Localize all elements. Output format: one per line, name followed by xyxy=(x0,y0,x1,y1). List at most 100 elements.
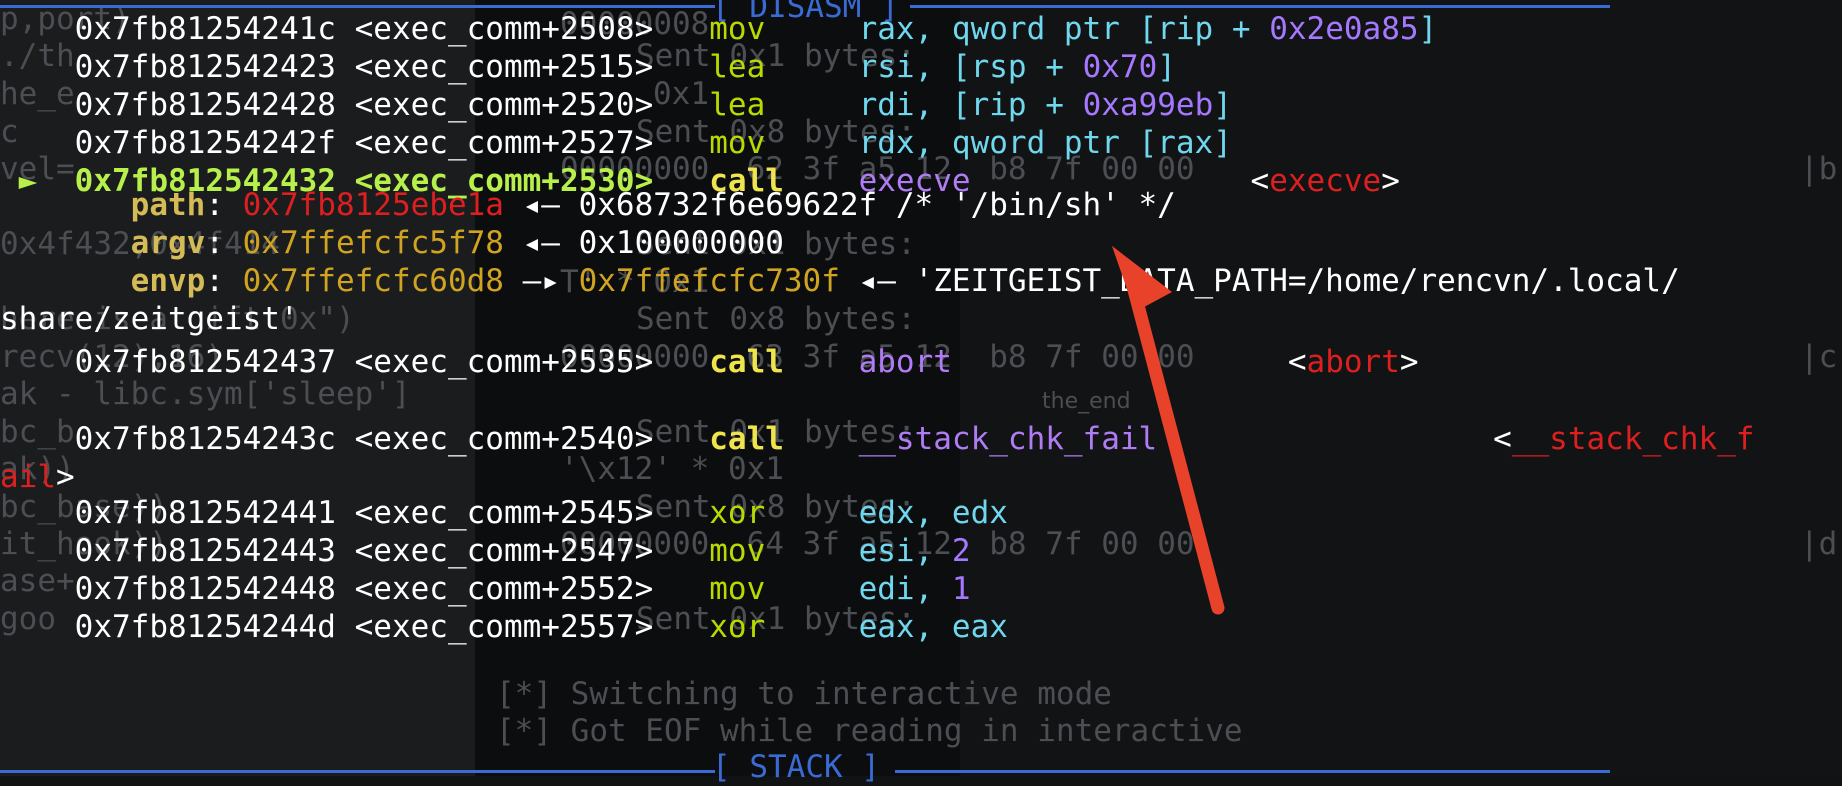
call-target: __stack_chk_fail xyxy=(858,421,1158,457)
current-instruction-marker xyxy=(0,495,56,531)
operand-token: edx xyxy=(951,495,1008,531)
operand-token: 1 xyxy=(951,571,971,607)
execve-arg-argv[interactable]: argv: 0x7ffefcfc5f78 ◂— 0x100000000 xyxy=(0,224,784,262)
instruction-opcode: xor xyxy=(709,495,840,531)
current-instruction-marker xyxy=(0,533,56,569)
operand-token: edx xyxy=(858,495,915,531)
instruction-symbol: <exec_comm+2557> xyxy=(354,609,654,645)
operand-token: rip xyxy=(1157,11,1214,47)
instruction-opcode: call xyxy=(709,421,840,457)
arg-label: argv xyxy=(130,225,206,261)
instruction-symbol: <exec_comm+2535> xyxy=(354,344,654,380)
colon: : xyxy=(205,225,243,261)
operand-token: rsi xyxy=(858,49,915,85)
call-target-symbol: execve xyxy=(1269,163,1382,199)
disasm-line-wrap[interactable]: ail> xyxy=(0,458,75,496)
instruction-opcode: mov xyxy=(709,571,840,607)
bracket: > xyxy=(56,459,75,495)
operand-token: rdx xyxy=(858,125,915,161)
operand-token: rax xyxy=(858,11,915,47)
instruction-address: 0x7fb81254243c xyxy=(74,421,336,457)
operand-token: , [ xyxy=(914,49,971,85)
execve-arg-envp[interactable]: envp: 0x7ffefcfc60d8 —▸ 0x7ffefcfc730f ◂… xyxy=(0,262,1680,300)
arg-value: 'ZEITGEIST_DATA_PATH=/home/rencvn/.local… xyxy=(914,263,1680,299)
instruction-symbol: <exec_comm+2540> xyxy=(354,421,654,457)
operand-token: 0xa99eb xyxy=(1082,87,1214,123)
current-instruction-marker xyxy=(0,421,56,457)
operand-token: qword ptr [ xyxy=(951,11,1158,47)
operand-token: , xyxy=(914,495,952,531)
disasm-line[interactable]: 0x7fb81254243c <exec_comm+2540> call __s… xyxy=(0,420,1755,458)
disasm-line[interactable]: 0x7fb812542423 <exec_comm+2515> lea rsi,… xyxy=(0,48,1176,86)
colon: : xyxy=(205,263,243,299)
instruction-opcode: call xyxy=(709,344,840,380)
arg-label: envp xyxy=(130,263,206,299)
instruction-opcode: lea xyxy=(709,87,840,123)
operand-token: rax xyxy=(1157,125,1214,161)
operand-token: 0x2e0a85 xyxy=(1269,11,1419,47)
current-instruction-marker xyxy=(0,571,56,607)
operand-token: eax xyxy=(951,609,1008,645)
operand-token: , xyxy=(914,533,952,569)
instruction-opcode: mov xyxy=(709,11,840,47)
disasm-line[interactable]: 0x7fb81254241c <exec_comm+2508> mov rax,… xyxy=(0,10,1438,48)
instruction-symbol: <exec_comm+2547> xyxy=(354,533,654,569)
operand-token: + xyxy=(1213,11,1270,47)
current-instruction-marker xyxy=(0,49,56,85)
instruction-symbol: <exec_comm+2508> xyxy=(354,11,654,47)
operand-token: , [ xyxy=(914,87,971,123)
disasm-line[interactable]: 0x7fb81254242f <exec_comm+2527> mov rdx,… xyxy=(0,124,1232,162)
operand-token: , xyxy=(914,609,952,645)
instruction-symbol: <exec_comm+2545> xyxy=(354,495,654,531)
current-instruction-marker xyxy=(0,125,56,161)
operand-token: , xyxy=(914,571,952,607)
operand-token: eax xyxy=(858,609,915,645)
disasm-line[interactable]: 0x7fb812542437 <exec_comm+2535> call abo… xyxy=(0,343,1419,381)
execve-arg-path[interactable]: path: 0x7fb8125ebe1a ◂— 0x68732f6e69622f… xyxy=(0,186,1176,224)
disasm-line[interactable]: 0x7fb812542448 <exec_comm+2552> mov edi,… xyxy=(0,570,971,608)
operand-token: , xyxy=(914,125,952,161)
arg-label: path xyxy=(130,187,206,223)
current-instruction-marker xyxy=(0,11,56,47)
operand-token: 0x70 xyxy=(1082,49,1158,85)
operand-token: ] xyxy=(1213,87,1232,123)
operand-token: rsp xyxy=(970,49,1027,85)
arrow: ◂— xyxy=(839,263,915,299)
instruction-address: 0x7fb81254242f xyxy=(74,125,336,161)
operand-token: ] xyxy=(1418,11,1438,47)
instruction-address: 0x7fb812542423 xyxy=(74,49,336,85)
call-target: abort xyxy=(858,344,952,380)
operand-token: ] xyxy=(1213,125,1232,161)
instruction-opcode: xor xyxy=(709,609,840,645)
bracket: < xyxy=(1250,163,1270,199)
operand-token: + xyxy=(1026,49,1083,85)
operand-token: rdi xyxy=(858,87,915,123)
arg-value: 0x68732f6e69622f /* '/bin/sh' */ xyxy=(578,187,1176,223)
disasm-line[interactable]: 0x7fb812542441 <exec_comm+2545> xor edx,… xyxy=(0,494,1008,532)
disasm-line[interactable]: 0x7fb81254244d <exec_comm+2557> xor eax,… xyxy=(0,608,1008,646)
instruction-opcode: mov xyxy=(709,125,840,161)
execve-arg-envp-wrap[interactable]: share/zeitgeist' xyxy=(0,300,299,338)
disasm-line[interactable]: 0x7fb812542428 <exec_comm+2520> lea rdi,… xyxy=(0,86,1232,124)
arrow: ◂— xyxy=(503,187,579,223)
current-instruction-marker xyxy=(0,87,56,123)
disasm-line[interactable]: 0x7fb812542443 <exec_comm+2547> mov esi,… xyxy=(0,532,971,570)
